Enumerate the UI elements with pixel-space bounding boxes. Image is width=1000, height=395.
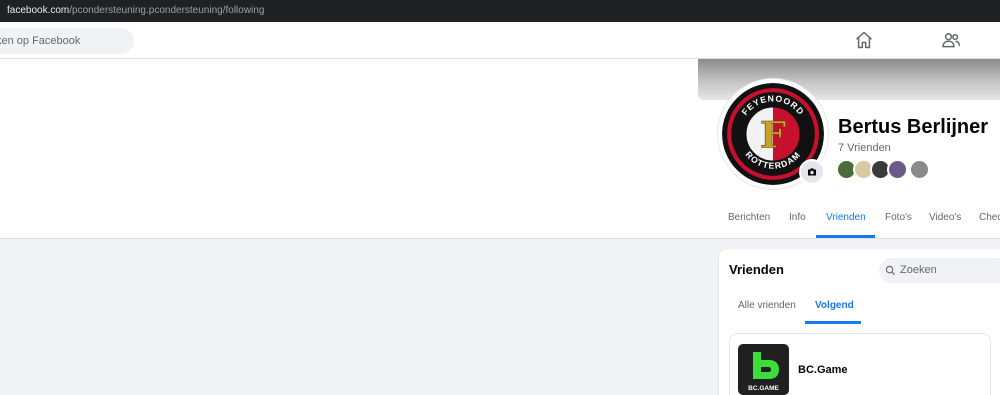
friends-section-title: Vrienden xyxy=(729,262,784,277)
tab-vrienden[interactable]: Vrienden xyxy=(826,212,866,223)
search-icon xyxy=(885,265,896,276)
camera-icon xyxy=(808,168,816,176)
tab-berichten[interactable]: Berichten xyxy=(728,212,770,223)
url-path: /pcondersteuning.pcondersteuning/followi… xyxy=(69,5,265,16)
friend-count[interactable]: 7 Vrienden xyxy=(838,142,891,154)
subtab-volgend[interactable]: Volgend xyxy=(815,300,854,311)
following-item-name[interactable]: BC.Game xyxy=(798,364,848,376)
bcgame-logo-text: BC.GAME xyxy=(748,385,779,392)
friends-search-input[interactable]: Zoeken xyxy=(879,258,1000,283)
top-navigation: ken op Facebook xyxy=(0,22,1000,59)
browser-url-bar[interactable]: facebook.com/pcondersteuning.pcondersteu… xyxy=(0,0,1000,22)
search-placeholder: ken op Facebook xyxy=(0,35,81,47)
tab-checkins[interactable]: Chec xyxy=(979,212,1000,223)
friend-avatar[interactable] xyxy=(887,159,908,180)
svg-text:F: F xyxy=(760,113,786,156)
home-icon[interactable] xyxy=(853,30,875,50)
facebook-search[interactable]: ken op Facebook xyxy=(0,28,134,54)
active-subtab-indicator xyxy=(805,321,861,324)
friend-avatar[interactable] xyxy=(909,159,930,180)
tab-info[interactable]: Info xyxy=(789,212,806,223)
bcgame-logo[interactable]: BC.GAME xyxy=(738,344,789,395)
profile-name[interactable]: Bertus Berlijner xyxy=(838,116,988,139)
url-host: facebook.com xyxy=(7,5,70,16)
url-text[interactable]: facebook.com/pcondersteuning.pcondersteu… xyxy=(7,5,264,16)
tab-videos[interactable]: Video's xyxy=(929,212,961,223)
subtab-alle-vrienden[interactable]: Alle vrienden xyxy=(738,300,796,311)
update-photo-button[interactable] xyxy=(799,159,825,185)
tab-fotos[interactable]: Foto's xyxy=(885,212,912,223)
friends-icon[interactable] xyxy=(940,30,962,50)
friends-search-placeholder: Zoeken xyxy=(900,264,937,276)
active-tab-indicator xyxy=(816,235,875,238)
